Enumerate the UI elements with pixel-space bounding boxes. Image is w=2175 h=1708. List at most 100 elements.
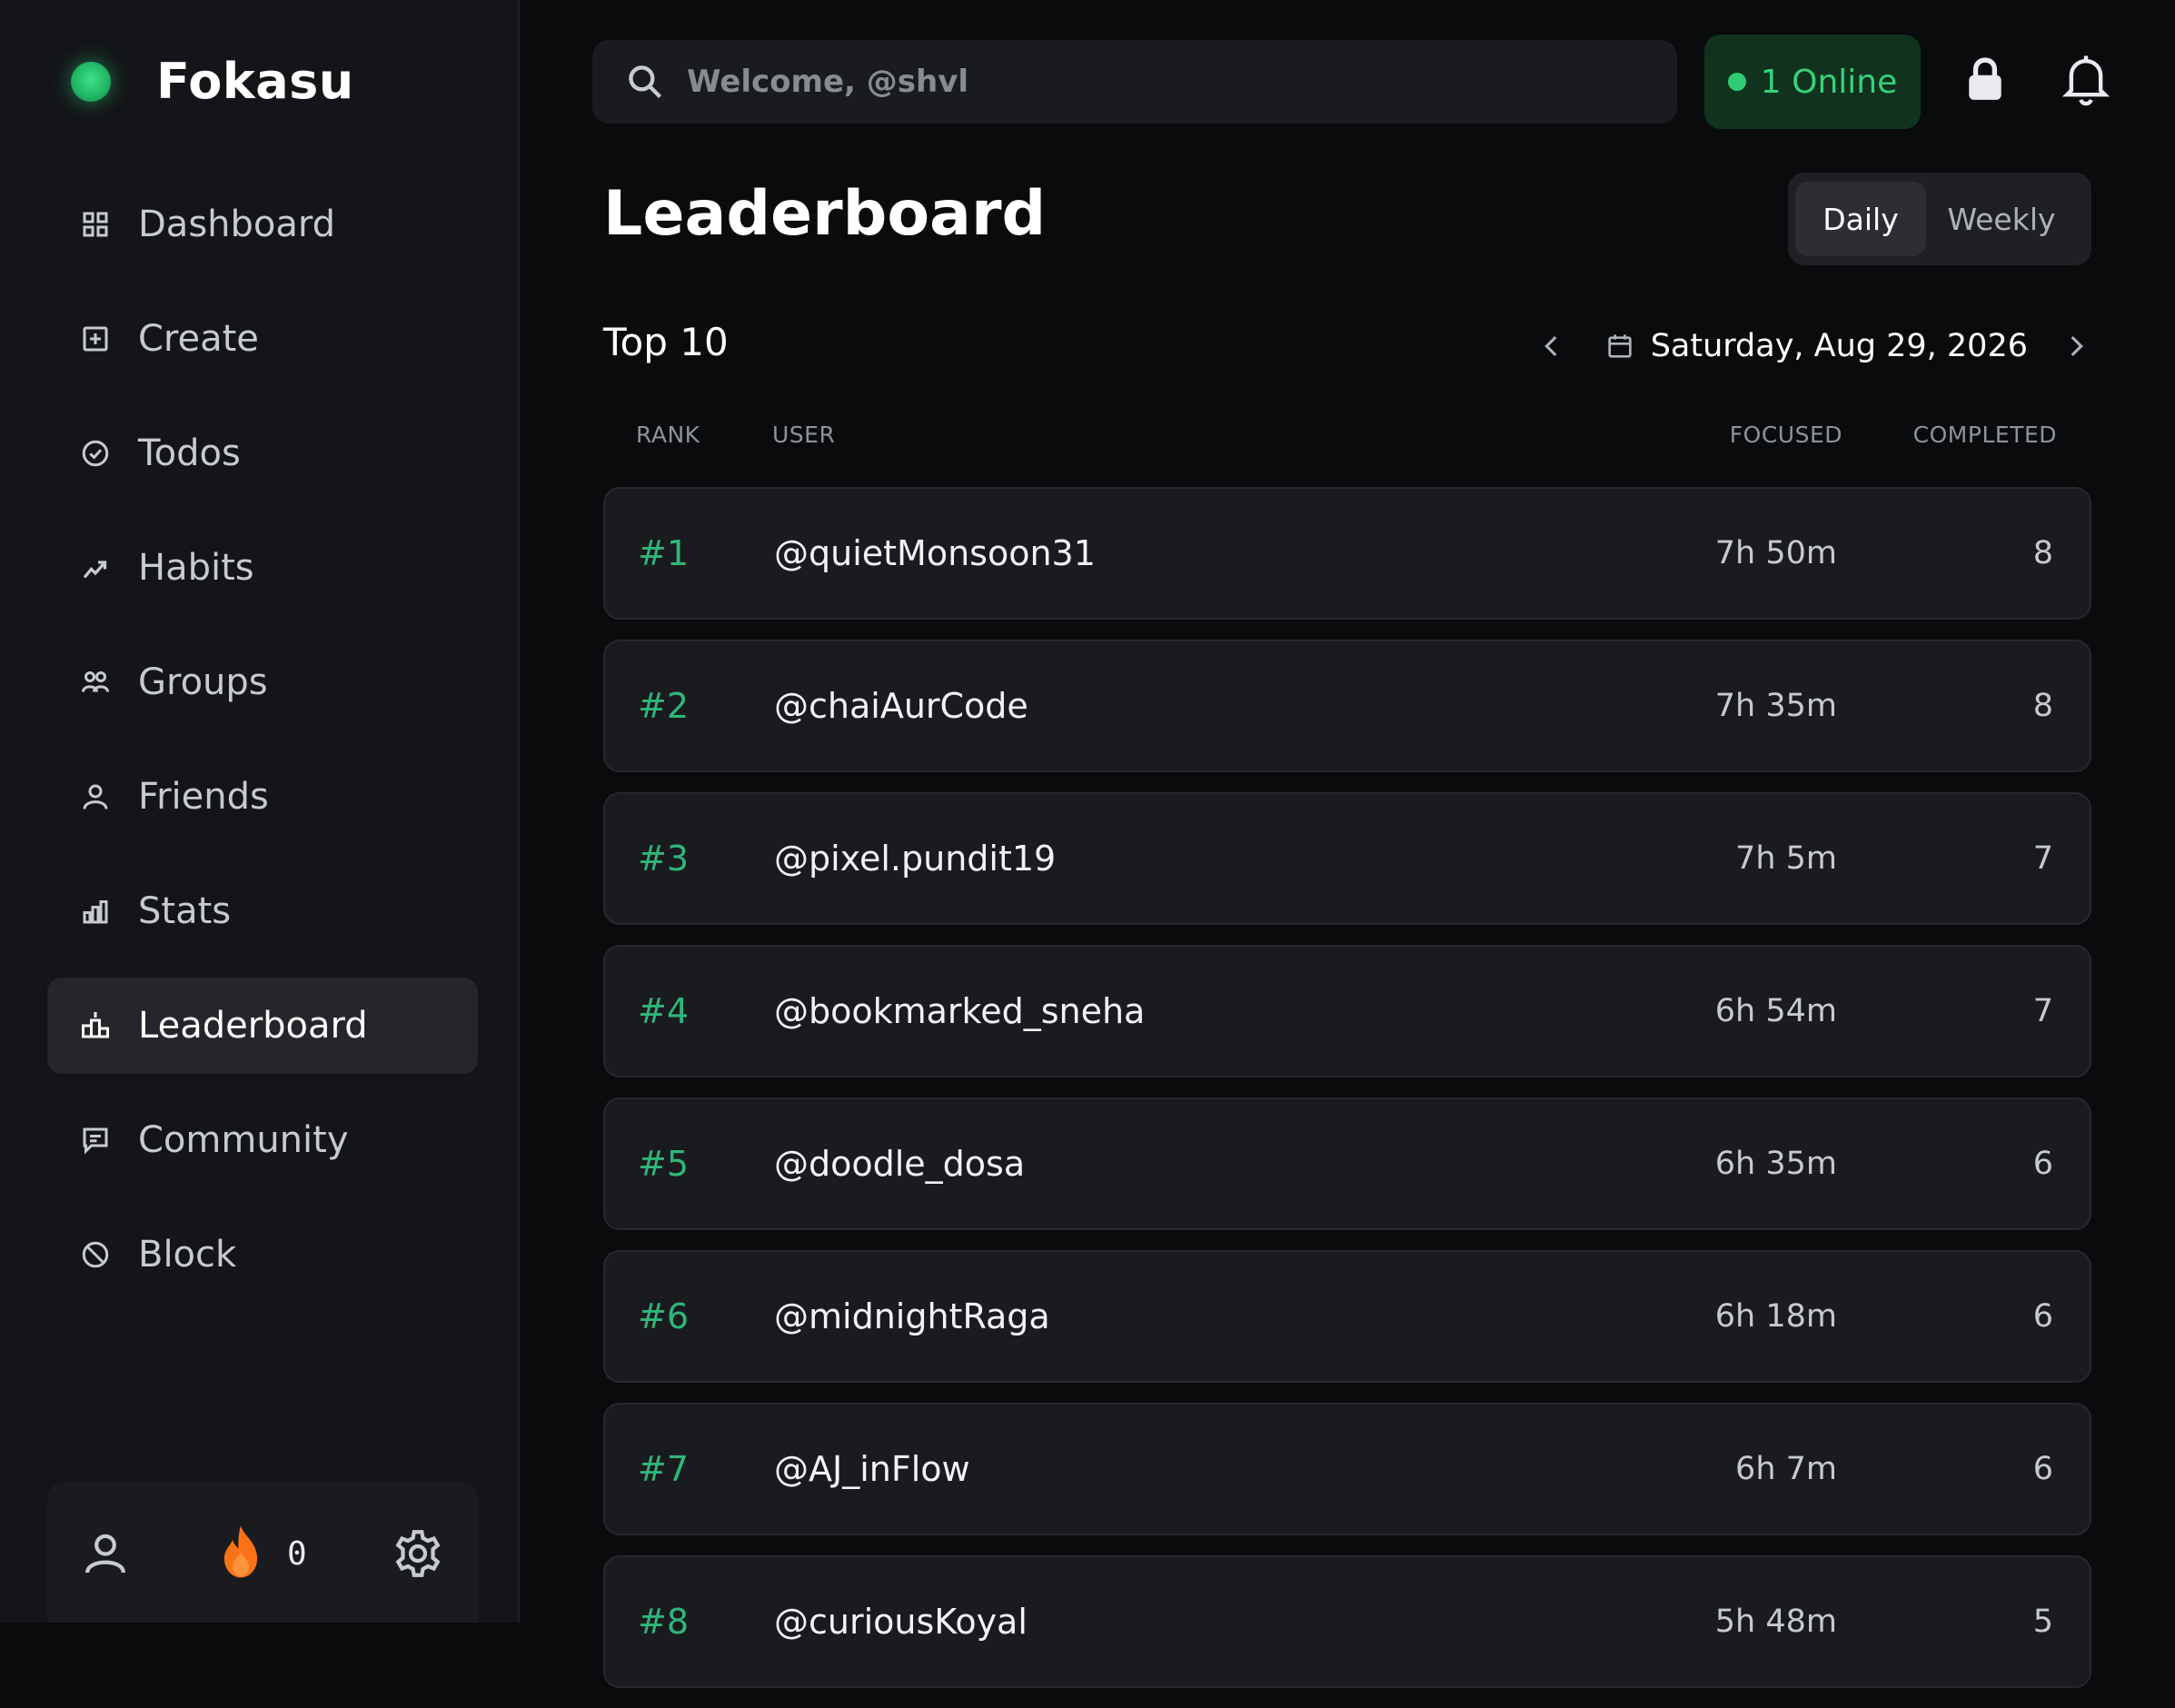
row-focused: 6h 7m: [1735, 1451, 1837, 1487]
column-user: USER: [772, 422, 836, 448]
row-focused: 5h 48m: [1714, 1604, 1837, 1640]
toggle-weekly[interactable]: Weekly: [1926, 182, 2077, 256]
check-circle-icon: [78, 436, 113, 471]
online-dot-icon: [1727, 73, 1746, 91]
sidebar-item-label: Leaderboard: [138, 1005, 368, 1047]
sidebar-item-label: Dashboard: [138, 204, 336, 245]
chevron-right-icon[interactable]: [2061, 328, 2091, 364]
sidebar: Fokasu Dashboard Create Todos Habits Gro…: [0, 0, 520, 1623]
row-rank: #2: [638, 686, 690, 726]
table-row[interactable]: #1 @quietMonsoon31 7h 50m 8: [603, 487, 2091, 620]
table-row[interactable]: #4 @bookmarked_sneha 6h 54m 7: [603, 945, 2091, 1077]
row-focused: 6h 54m: [1714, 993, 1837, 1029]
calendar-icon: [1605, 332, 1634, 361]
row-rank: #3: [638, 839, 690, 879]
search-input[interactable]: [685, 63, 1597, 101]
sidebar-item-label: Groups: [138, 661, 268, 703]
sidebar-item-stats[interactable]: Stats: [47, 863, 478, 959]
table-row[interactable]: #3 @pixel.pundit19 7h 5m 7: [603, 792, 2091, 925]
settings-gear-icon[interactable]: [391, 1526, 445, 1581]
row-completed: 6: [2032, 1146, 2053, 1182]
leaderboard-list: #1 @quietMonsoon31 7h 50m 8 #2 @chaiAurC…: [603, 487, 2091, 1708]
podium-icon: [78, 1008, 113, 1043]
row-completed: 8: [2032, 688, 2053, 724]
row-user[interactable]: @pixel.pundit19: [774, 794, 1056, 923]
table-row[interactable]: #6 @midnightRaga 6h 18m 6: [603, 1250, 2091, 1383]
block-icon: [78, 1237, 113, 1272]
row-completed: 6: [2032, 1298, 2053, 1335]
row-user[interactable]: @chaiAurCode: [774, 641, 1028, 770]
row-user[interactable]: @doodle_dosa: [774, 1099, 1025, 1228]
toggle-daily[interactable]: Daily: [1795, 182, 1926, 256]
column-completed: COMPLETED: [1912, 422, 2057, 448]
online-status-badge[interactable]: 1 Online: [1704, 35, 1921, 129]
message-icon: [78, 1123, 113, 1157]
sidebar-item-community[interactable]: Community: [47, 1092, 478, 1188]
sidebar-item-label: Stats: [138, 890, 232, 932]
leaderboard-subtitle: Top 10: [603, 320, 729, 364]
row-rank: #7: [638, 1449, 690, 1489]
row-rank: #5: [638, 1144, 690, 1184]
row-focused: 6h 35m: [1714, 1146, 1837, 1182]
sidebar-item-friends[interactable]: Friends: [47, 749, 478, 845]
column-rank: RANK: [636, 422, 700, 448]
sidebar-item-label: Community: [138, 1119, 349, 1161]
row-completed: 5: [2032, 1604, 2053, 1640]
page-title: Leaderboard: [603, 178, 1047, 250]
row-rank: #6: [638, 1296, 690, 1336]
brand-logo-dot: [71, 61, 111, 102]
bell-icon[interactable]: [2061, 53, 2111, 107]
chevron-left-icon[interactable]: [1536, 328, 1567, 364]
brand[interactable]: Fokasu: [71, 53, 354, 110]
row-rank: #8: [638, 1602, 690, 1642]
sidebar-item-label: Habits: [138, 547, 254, 589]
streak-count: 0: [287, 1534, 307, 1573]
sidebar-nav: Dashboard Create Todos Habits Groups Fri…: [47, 176, 478, 1321]
group-icon: [78, 665, 113, 700]
streak-counter[interactable]: 0: [213, 1519, 307, 1588]
sidebar-item-leaderboard[interactable]: Leaderboard: [47, 978, 478, 1074]
sidebar-item-block[interactable]: Block: [47, 1207, 478, 1303]
row-rank: #4: [638, 991, 690, 1031]
online-count: 1 Online: [1760, 63, 1898, 101]
table-header: RANK USER FOCUSED COMPLETED: [603, 422, 2091, 454]
plus-square-icon: [78, 322, 113, 356]
row-completed: 7: [2032, 840, 2053, 877]
row-user[interactable]: @curiousKoyal: [774, 1557, 1028, 1686]
selected-date: Saturday, Aug 29, 2026: [1650, 328, 2028, 364]
sidebar-item-groups[interactable]: Groups: [47, 634, 478, 730]
grid-icon: [78, 207, 113, 242]
table-row[interactable]: #7 @AJ_inFlow 6h 7m 6: [603, 1403, 2091, 1535]
sidebar-item-habits[interactable]: Habits: [47, 520, 478, 616]
row-focused: 6h 18m: [1714, 1298, 1837, 1335]
sidebar-item-label: Create: [138, 318, 259, 360]
search-bar[interactable]: [592, 40, 1677, 124]
sidebar-footer: 0: [47, 1483, 478, 1623]
flame-icon: [213, 1519, 269, 1588]
bar-chart-icon: [78, 894, 113, 928]
sidebar-item-label: Friends: [138, 776, 269, 818]
lock-icon[interactable]: [1962, 55, 2008, 105]
row-user[interactable]: @AJ_inFlow: [774, 1405, 970, 1534]
row-user[interactable]: @midnightRaga: [774, 1252, 1050, 1381]
row-focused: 7h 5m: [1735, 840, 1837, 877]
sidebar-item-todos[interactable]: Todos: [47, 405, 478, 501]
sidebar-item-create[interactable]: Create: [47, 291, 478, 387]
trend-icon: [78, 551, 113, 585]
row-focused: 7h 35m: [1714, 688, 1837, 724]
row-user[interactable]: @quietMonsoon31: [774, 489, 1096, 618]
date-navigator: Saturday, Aug 29, 2026: [1536, 320, 2091, 372]
sidebar-item-dashboard[interactable]: Dashboard: [47, 176, 478, 273]
column-focused: FOCUSED: [1729, 422, 1842, 448]
row-completed: 6: [2032, 1451, 2053, 1487]
row-rank: #1: [638, 533, 690, 573]
row-completed: 8: [2032, 535, 2053, 571]
brand-name: Fokasu: [156, 53, 354, 110]
table-row[interactable]: #8 @curiousKoyal 5h 48m 5: [603, 1555, 2091, 1688]
user-icon: [78, 780, 113, 814]
table-row[interactable]: #5 @doodle_dosa 6h 35m 6: [603, 1097, 2091, 1230]
profile-icon[interactable]: [80, 1528, 131, 1579]
row-user[interactable]: @bookmarked_sneha: [774, 947, 1145, 1076]
table-row[interactable]: #2 @chaiAurCode 7h 35m 8: [603, 640, 2091, 772]
search-icon: [625, 62, 665, 102]
